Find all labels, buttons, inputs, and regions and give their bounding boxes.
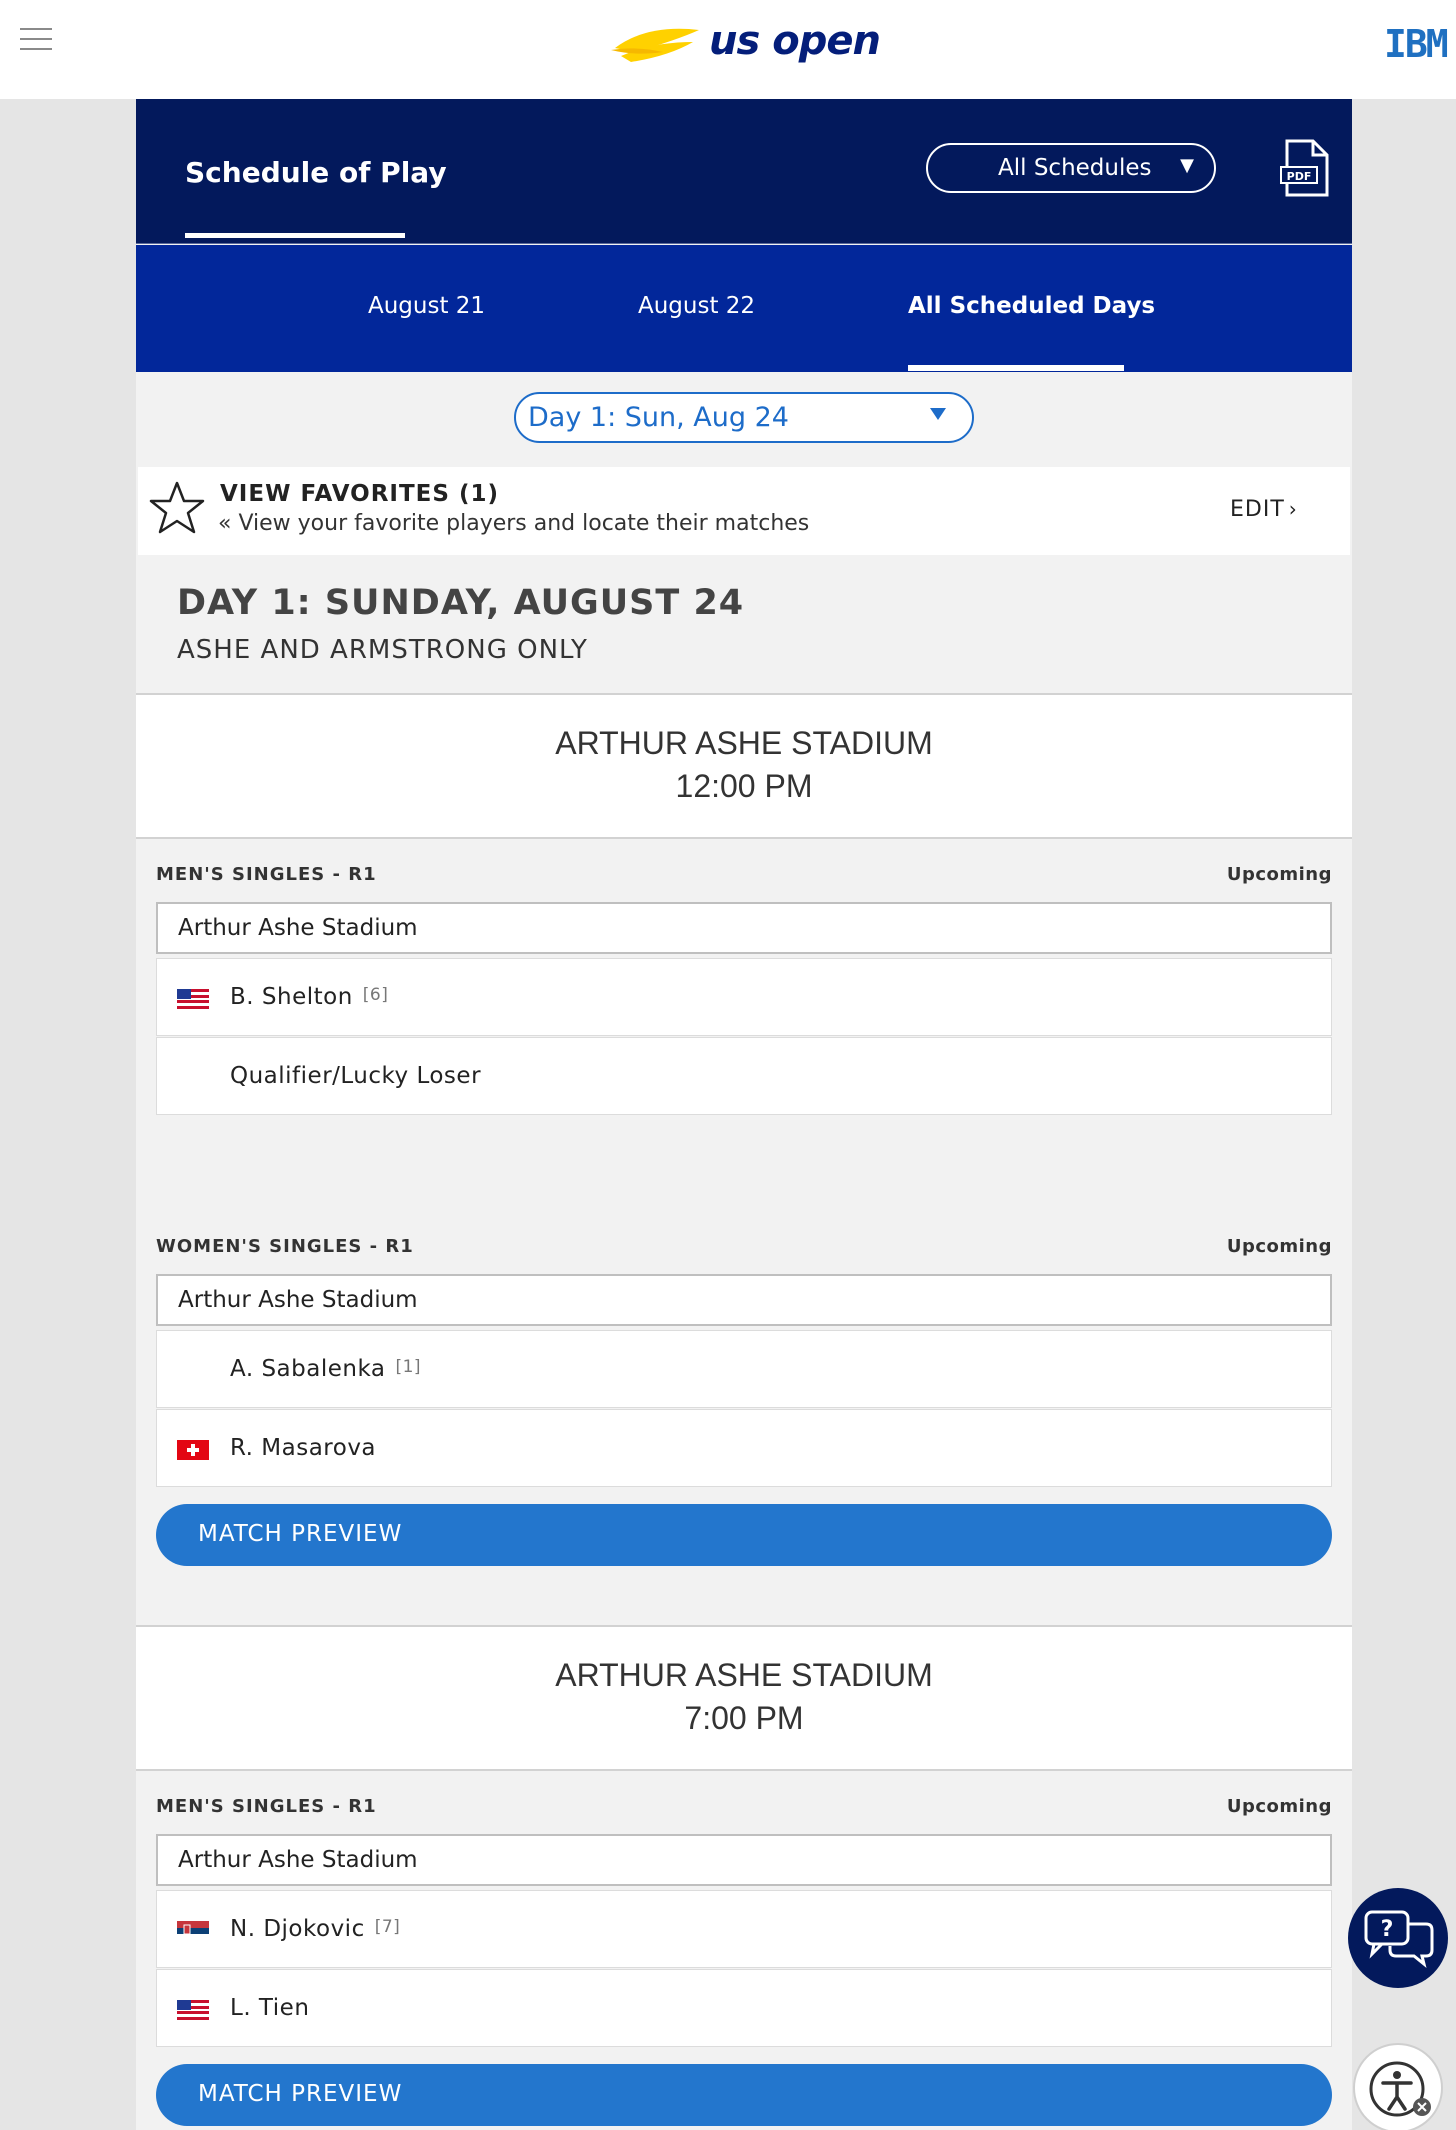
tab-all-scheduled-days[interactable]: All Scheduled Days <box>908 293 1155 319</box>
hamburger-icon[interactable] <box>20 28 52 52</box>
match-status: Upcoming <box>1226 1236 1332 1257</box>
player-row[interactable]: A. Sabalenka [1] <box>156 1330 1332 1408</box>
match-preview-button[interactable]: MATCH PREVIEW <box>156 2064 1332 2126</box>
match-status: Upcoming <box>1226 1796 1332 1817</box>
player-row[interactable]: Qualifier/Lucky Loser <box>156 1037 1332 1115</box>
court-name-text: Arthur Ashe Stadium <box>178 1287 418 1313</box>
court-name: Arthur Ashe Stadium <box>156 1274 1332 1326</box>
usa-flag-icon <box>177 989 209 1009</box>
match-event-label: MEN'S SINGLES - R1 <box>156 864 377 885</box>
court-name-text: Arthur Ashe Stadium <box>178 915 418 941</box>
main-content: Schedule of Play All Schedules ▼ PDF Aug… <box>136 99 1352 2130</box>
player-row[interactable]: L. Tien <box>156 1969 1332 2047</box>
edit-favorites-link[interactable]: EDIT › <box>1230 497 1298 522</box>
player-seed: [6] <box>362 985 389 1005</box>
date-tabs: August 21 August 22 All Scheduled Days <box>136 245 1352 372</box>
ibm-logo[interactable]: IBM <box>1384 22 1449 66</box>
match-preview-button[interactable]: MATCH PREVIEW <box>156 1504 1332 1566</box>
logo-text: us open <box>709 18 881 64</box>
favorites-subtitle: « View your favorite players and locate … <box>218 511 810 536</box>
match-preview-label: MATCH PREVIEW <box>198 1521 403 1547</box>
player-name-text: R. Masarova <box>230 1435 377 1461</box>
player-name-text: Qualifier/Lucky Loser <box>230 1063 482 1089</box>
favorites-bar[interactable]: VIEW FAVORITES (1) « View your favorite … <box>138 467 1350 555</box>
day-selector-dropdown[interactable]: Day 1: Sun, Aug 24 <box>514 392 974 443</box>
player-name-text: A. Sabalenka <box>230 1356 386 1382</box>
match-preview-label: MATCH PREVIEW <box>198 2081 403 2107</box>
player-name-text: L. Tien <box>230 1995 310 2021</box>
pdf-icon-label: PDF <box>1287 170 1312 183</box>
us-open-logo[interactable]: us open <box>607 12 907 82</box>
chat-button[interactable]: ? <box>1348 1888 1448 1988</box>
day-subheading: ASHE AND ARMSTRONG ONLY <box>177 635 588 665</box>
active-tab-underline <box>908 365 1124 371</box>
tab-august-21[interactable]: August 21 <box>368 293 485 319</box>
day-selector-value: Day 1: Sun, Aug 24 <box>528 402 789 433</box>
chat-icon: ? <box>1364 1910 1434 1968</box>
page-title[interactable]: Schedule of Play <box>185 156 447 189</box>
schedule-type-dropdown[interactable]: All Schedules ▼ <box>926 143 1216 193</box>
player-name-text: B. Shelton <box>230 984 353 1010</box>
player-row[interactable]: N. Djokovic [7] <box>156 1890 1332 1968</box>
court-name: Arthur Ashe Stadium <box>156 1834 1332 1886</box>
player-name[interactable]: Qualifier/Lucky Loser <box>230 1063 481 1089</box>
match-status: Upcoming <box>1226 864 1332 885</box>
player-seed: [7] <box>374 1917 401 1937</box>
player-seed: [1] <box>395 1357 422 1377</box>
player-row[interactable]: B. Shelton [6] <box>156 958 1332 1036</box>
caret-down-icon <box>930 408 946 420</box>
session-header: ARTHUR ASHE STADIUM 12:00 PM <box>136 693 1352 839</box>
title-active-underline <box>185 233 405 238</box>
match-event-label: WOMEN'S SINGLES - R1 <box>156 1236 414 1257</box>
match-event-label: MEN'S SINGLES - R1 <box>156 1796 377 1817</box>
player-name[interactable]: L. Tien <box>230 1995 309 2021</box>
session-header: ARTHUR ASHE STADIUM 7:00 PM <box>136 1625 1352 1771</box>
player-row[interactable]: R. Masarova <box>156 1409 1332 1487</box>
player-name[interactable]: A. Sabalenka [1] <box>230 1356 421 1382</box>
player-name[interactable]: R. Masarova <box>230 1435 376 1461</box>
stadium-name: ARTHUR ASHE STADIUM <box>555 1657 933 1693</box>
session-time: 12:00 PM <box>675 768 813 804</box>
stadium-name: ARTHUR ASHE STADIUM <box>555 725 933 761</box>
accessibility-button[interactable] <box>1353 2043 1443 2130</box>
player-name-text: N. Djokovic <box>230 1916 365 1942</box>
chevron-right-icon: › <box>1288 497 1298 521</box>
session-time: 7:00 PM <box>684 1700 804 1736</box>
usa-flag-icon <box>177 2000 209 2020</box>
accessibility-icon <box>1369 2061 1431 2117</box>
top-header: us open IBM <box>0 0 1456 99</box>
court-name-text: Arthur Ashe Stadium <box>178 1847 418 1873</box>
tab-august-22[interactable]: August 22 <box>638 293 755 319</box>
serbia-flag-icon <box>177 1921 209 1941</box>
player-name[interactable]: N. Djokovic [7] <box>230 1916 400 1942</box>
switzerland-flag-icon <box>177 1440 209 1460</box>
player-name[interactable]: B. Shelton [6] <box>230 984 388 1010</box>
caret-down-icon: ▼ <box>1180 155 1194 176</box>
favorites-title[interactable]: VIEW FAVORITES (1) <box>220 481 499 507</box>
schedule-type-value: All Schedules <box>998 155 1152 181</box>
court-name: Arthur Ashe Stadium <box>156 902 1332 954</box>
svg-text:?: ? <box>1381 1917 1394 1942</box>
pdf-icon[interactable]: PDF <box>1279 139 1331 197</box>
edit-label: EDIT <box>1230 497 1285 522</box>
day-heading: DAY 1: SUNDAY, AUGUST 24 <box>177 583 745 623</box>
schedule-header: Schedule of Play All Schedules ▼ PDF <box>136 99 1352 244</box>
tennis-ball-logo-icon <box>611 28 699 62</box>
star-icon[interactable] <box>148 479 206 537</box>
